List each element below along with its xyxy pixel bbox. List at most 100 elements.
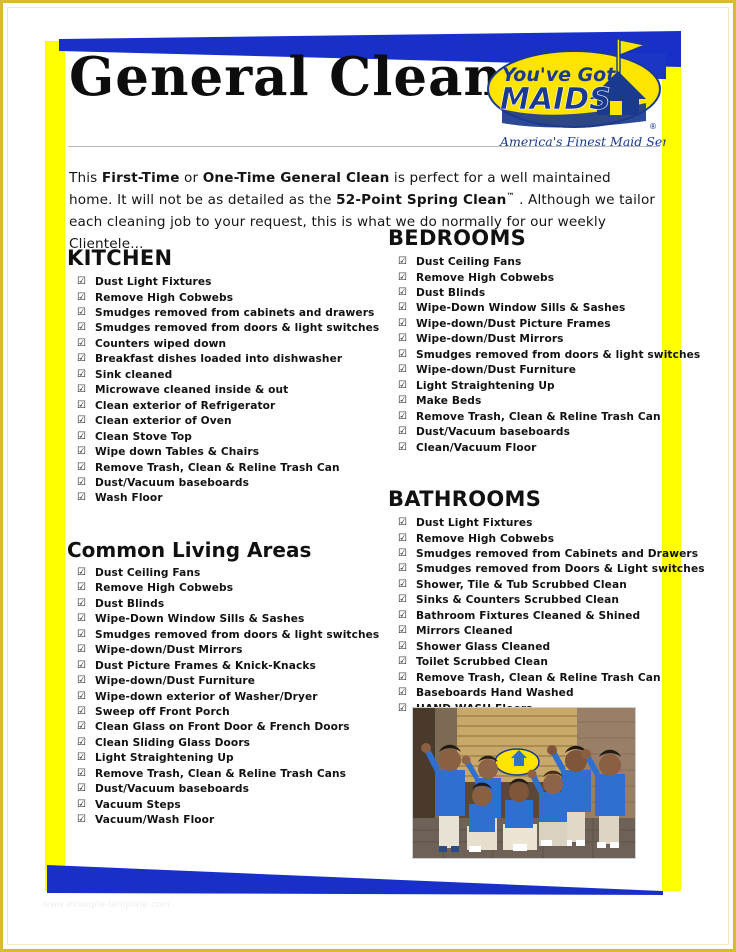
list-item[interactable]: ☑ Remove High Cobwebs xyxy=(67,291,367,306)
checkbox-icon[interactable]: ☑ xyxy=(398,547,416,562)
list-item[interactable]: ☑ Light Straightening Up xyxy=(67,751,367,766)
list-item[interactable]: ☑ Dust Light Fixtures xyxy=(388,516,668,531)
list-item[interactable]: ☑ Remove High Cobwebs xyxy=(388,532,668,547)
list-item[interactable]: ☑ Smudges removed from doors & light swit… xyxy=(67,321,379,336)
checkbox-icon[interactable]: ☑ xyxy=(77,476,95,491)
list-item[interactable]: ☑ Dust Picture Frames & Knick-Knacks xyxy=(67,659,367,674)
checkbox-icon[interactable]: ☑ xyxy=(398,255,416,270)
list-item[interactable]: ☑ Bathroom Fixtures Cleaned & Shined xyxy=(388,609,668,624)
checkbox-icon[interactable]: ☑ xyxy=(77,275,95,290)
checkbox-icon[interactable]: ☑ xyxy=(398,410,416,425)
list-item[interactable]: ☑ Dust/Vacuum baseboards xyxy=(67,476,367,491)
list-item[interactable]: ☑ Wash Floor xyxy=(67,491,367,506)
checkbox-icon[interactable]: ☑ xyxy=(398,348,416,363)
list-item[interactable]: ☑ Wipe-Down Window Sills & Sashes xyxy=(388,301,668,316)
list-item[interactable]: ☑ Wipe-down/Dust Mirrors xyxy=(67,643,367,658)
list-item[interactable]: ☑ Wipe-down exterior of Washer/Dryer xyxy=(67,690,367,705)
list-item[interactable]: ☑ Sinks & Counters Scrubbed Clean xyxy=(388,593,668,608)
list-item[interactable]: ☑ Remove Trash, Clean & Reline Trash Cans xyxy=(67,767,367,782)
list-item[interactable]: ☑ Dust Blinds xyxy=(67,597,367,612)
checkbox-icon[interactable]: ☑ xyxy=(77,767,95,782)
checkbox-icon[interactable]: ☑ xyxy=(398,317,416,332)
checkbox-icon[interactable]: ☑ xyxy=(77,352,95,367)
checkbox-icon[interactable]: ☑ xyxy=(77,337,95,352)
checkbox-icon[interactable]: ☑ xyxy=(398,671,416,686)
checkbox-icon[interactable]: ☑ xyxy=(77,705,95,720)
checkbox-icon[interactable]: ☑ xyxy=(77,782,95,797)
checkbox-icon[interactable]: ☑ xyxy=(398,655,416,670)
checkbox-icon[interactable]: ☑ xyxy=(77,383,95,398)
checkbox-icon[interactable]: ☑ xyxy=(398,593,416,608)
list-item[interactable]: ☑ Light Straightening Up xyxy=(388,379,668,394)
list-item[interactable]: ☑ Wipe-Down Window Sills & Sashes xyxy=(67,612,367,627)
list-item[interactable]: ☑ Shower Glass Cleaned xyxy=(388,640,668,655)
list-item[interactable]: ☑ Smudges removed from cabinets and drawe… xyxy=(67,306,374,321)
list-item[interactable]: ☑ Wipe-down/Dust Mirrors xyxy=(388,332,668,347)
list-item[interactable]: ☑ Remove Trash, Clean & Reline Trash Can xyxy=(388,410,668,425)
checkbox-icon[interactable]: ☑ xyxy=(398,363,416,378)
list-item[interactable]: ☑ Clean Sliding Glass Doors xyxy=(67,736,367,751)
checkbox-icon[interactable]: ☑ xyxy=(398,562,416,577)
list-item[interactable]: ☑ Vacuum Steps xyxy=(67,798,367,813)
list-item[interactable]: ☑ Clean Glass on Front Door & French Door… xyxy=(67,720,367,735)
list-item[interactable]: ☑ Clean/Vacuum Floor xyxy=(388,441,668,456)
list-item[interactable]: ☑ Wipe-down/Dust Picture Frames xyxy=(388,317,668,332)
list-item[interactable]: ☑ Smudges removed from Doors & Light swit… xyxy=(388,562,705,577)
list-item[interactable]: ☑ Dust Ceiling Fans xyxy=(388,255,668,270)
checkbox-icon[interactable]: ☑ xyxy=(77,414,95,429)
checkbox-icon[interactable]: ☑ xyxy=(77,597,95,612)
list-item[interactable]: ☑ Dust/Vacuum baseboards xyxy=(67,782,367,797)
list-item[interactable]: ☑ Dust Blinds xyxy=(388,286,668,301)
list-item[interactable]: ☑ Sink cleaned xyxy=(67,368,367,383)
checkbox-icon[interactable]: ☑ xyxy=(398,394,416,409)
checkbox-icon[interactable]: ☑ xyxy=(77,813,95,828)
checkbox-icon[interactable]: ☑ xyxy=(77,461,95,476)
checkbox-icon[interactable]: ☑ xyxy=(398,441,416,456)
list-item[interactable]: ☑ Wipe down Tables & Chairs xyxy=(67,445,367,460)
list-item[interactable]: ☑ Vacuum/Wash Floor xyxy=(67,813,367,828)
list-item[interactable]: ☑ Toilet Scrubbed Clean xyxy=(388,655,668,670)
checkbox-icon[interactable]: ☑ xyxy=(77,291,95,306)
list-item[interactable]: ☑ Baseboards Hand Washed xyxy=(388,686,668,701)
list-item[interactable]: ☑ Shower, Tile & Tub Scrubbed Clean xyxy=(388,578,668,593)
list-item[interactable]: ☑ Sweep off Front Porch xyxy=(67,705,367,720)
checkbox-icon[interactable]: ☑ xyxy=(77,566,95,581)
checkbox-icon[interactable]: ☑ xyxy=(398,686,416,701)
checkbox-icon[interactable]: ☑ xyxy=(77,751,95,766)
list-item[interactable]: ☑ Counters wiped down xyxy=(67,337,367,352)
list-item[interactable]: ☑ Wipe-down/Dust Furniture xyxy=(67,674,367,689)
list-item[interactable]: ☑ Dust Light Fixtures xyxy=(67,275,367,290)
checkbox-icon[interactable]: ☑ xyxy=(77,430,95,445)
checkbox-icon[interactable]: ☑ xyxy=(77,659,95,674)
checkbox-icon[interactable]: ☑ xyxy=(77,720,95,735)
list-item[interactable]: ☑ Remove High Cobwebs xyxy=(67,581,367,596)
checkbox-icon[interactable]: ☑ xyxy=(77,581,95,596)
list-item[interactable]: ☑ Remove Trash, Clean & Reline Trash Can xyxy=(67,461,367,476)
list-item[interactable]: ☑ Remove High Cobwebs xyxy=(388,271,668,286)
checkbox-icon[interactable]: ☑ xyxy=(77,491,95,506)
checkbox-icon[interactable]: ☑ xyxy=(77,798,95,813)
list-item[interactable]: ☑ Dust Ceiling Fans xyxy=(67,566,367,581)
checkbox-icon[interactable]: ☑ xyxy=(398,624,416,639)
list-item[interactable]: ☑ Microwave cleaned inside & out xyxy=(67,383,367,398)
checkbox-icon[interactable]: ☑ xyxy=(398,301,416,316)
list-item[interactable]: ☑ Clean Stove Top xyxy=(67,430,367,445)
list-item[interactable]: ☑ Clean exterior of Oven xyxy=(67,414,367,429)
list-item[interactable]: ☑ Breakfast dishes loaded into dishwasher xyxy=(67,352,367,367)
checkbox-icon[interactable]: ☑ xyxy=(77,643,95,658)
checkbox-icon[interactable]: ☑ xyxy=(77,736,95,751)
checkbox-icon[interactable]: ☑ xyxy=(398,532,416,547)
checkbox-icon[interactable]: ☑ xyxy=(77,690,95,705)
list-item[interactable]: ☑ Remove Trash, Clean & Reline Trash Can xyxy=(388,671,668,686)
checkbox-icon[interactable]: ☑ xyxy=(77,306,95,321)
checkbox-icon[interactable]: ☑ xyxy=(77,399,95,414)
checkbox-icon[interactable]: ☑ xyxy=(398,379,416,394)
list-item[interactable]: ☑ Make Beds xyxy=(388,394,668,409)
list-item[interactable]: ☑ Smudges removed from doors & light swit… xyxy=(388,348,700,363)
checkbox-icon[interactable]: ☑ xyxy=(398,578,416,593)
checkbox-icon[interactable]: ☑ xyxy=(77,445,95,460)
list-item[interactable]: ☑ Mirrors Cleaned xyxy=(388,624,668,639)
checkbox-icon[interactable]: ☑ xyxy=(398,516,416,531)
list-item[interactable]: ☑ Smudges removed from Cabinets and Drawe… xyxy=(388,547,698,562)
checkbox-icon[interactable]: ☑ xyxy=(77,612,95,627)
